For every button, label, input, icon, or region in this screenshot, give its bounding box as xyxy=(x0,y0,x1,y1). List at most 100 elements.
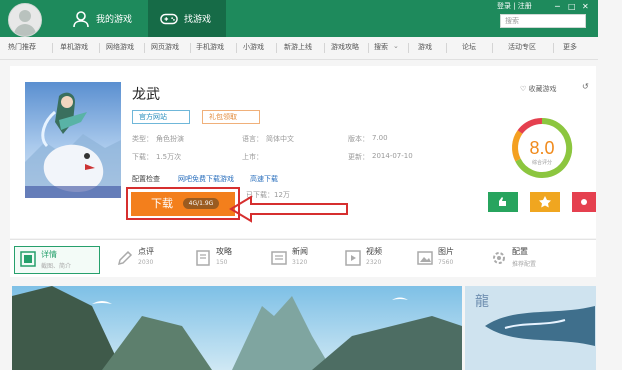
info-language-value: 简体中文 xyxy=(266,135,294,143)
divider xyxy=(52,43,53,53)
tab-detail[interactable]: 详情 截图、简介 xyxy=(14,246,100,274)
divider xyxy=(236,43,237,53)
category-item[interactable]: 手机游戏 xyxy=(196,42,224,52)
category-item[interactable]: 活动专区 xyxy=(508,42,536,52)
official-site-badge[interactable]: 官方网站 xyxy=(132,110,190,124)
category-item[interactable]: 搜索 xyxy=(374,42,388,52)
book-icon xyxy=(196,250,210,266)
divider xyxy=(408,43,409,53)
tab-video-sub: 2320 xyxy=(366,259,382,266)
top-bar: 我的游戏 找游戏 登录 | 注册 ─ □ ✕ 搜索 xyxy=(0,0,598,37)
game-cover-image[interactable] xyxy=(25,82,121,198)
divider xyxy=(446,43,447,53)
share-button[interactable] xyxy=(572,192,596,212)
tab-video-label: 视频 xyxy=(366,247,382,256)
tab-guide[interactable]: 攻略 150 xyxy=(194,246,254,272)
score-label: 综合评分 xyxy=(532,159,552,166)
tab-detail-sub: 截图、简介 xyxy=(41,263,72,270)
category-item[interactable]: 新游上线 xyxy=(284,42,312,52)
avatar[interactable] xyxy=(8,3,42,37)
game-title: 龙武 xyxy=(132,87,160,103)
like-button[interactable] xyxy=(488,192,518,212)
category-item[interactable]: 网络游戏 xyxy=(106,42,134,52)
tab-detail-label: 详情 xyxy=(41,250,57,259)
star-icon xyxy=(539,196,551,208)
avatar-head xyxy=(19,10,31,22)
score-value: 8.0 xyxy=(529,138,554,158)
gift-pack-badge[interactable]: 礼包领取 xyxy=(202,110,260,124)
tab-guide-label: 攻略 xyxy=(216,247,232,256)
tab-config-label: 配置 xyxy=(512,247,528,256)
refresh-icon[interactable]: ↺ xyxy=(582,82,589,91)
detail-tabs: 详情 截图、简介 点评 2030 攻略 150 新闻 3120 视频 2320 … xyxy=(10,239,596,277)
chevron-down-icon[interactable]: ⌄ xyxy=(393,42,399,50)
red-arrow-annotation xyxy=(229,195,348,223)
info-release-label: 上市： xyxy=(242,153,263,161)
tab-images[interactable]: 图片 7560 xyxy=(416,246,476,272)
category-bar: 热门推荐 单机游戏 网络游戏 网页游戏 手机游戏 小游戏 新游上线 游戏攻略 搜… xyxy=(0,37,598,60)
tab-guide-sub: 150 xyxy=(216,259,228,266)
user-icon xyxy=(73,10,89,27)
thumb-up-icon xyxy=(499,197,506,206)
divider xyxy=(276,43,277,53)
tab-news-sub: 3120 xyxy=(292,259,308,266)
share-icon xyxy=(581,199,587,205)
highlight-box xyxy=(126,187,240,220)
screenshot-gallery: 龍 xyxy=(10,286,596,370)
avatar-body xyxy=(14,24,36,36)
tab-news[interactable]: 新闻 3120 xyxy=(270,246,330,272)
tab-images-sub: 7560 xyxy=(438,259,454,266)
category-item[interactable]: 小游戏 xyxy=(243,42,264,52)
close-button[interactable]: ✕ xyxy=(582,2,589,11)
favorite-link[interactable]: ♡ 收藏游戏 xyxy=(520,84,557,94)
login-link[interactable]: 登录 | 注册 xyxy=(497,1,532,11)
info-update-label: 更新： xyxy=(348,153,369,161)
tab-find-games[interactable]: 找游戏 xyxy=(148,0,226,37)
info-type-value: 角色扮演 xyxy=(156,135,184,143)
info-download-value: 1.5万次 xyxy=(156,153,182,161)
category-item[interactable]: 网页游戏 xyxy=(151,42,179,52)
info-version-value: 7.00 xyxy=(372,134,388,142)
divider xyxy=(190,43,191,53)
tab-my-games[interactable]: 我的游戏 xyxy=(72,0,142,37)
screenshot-calligraphy: 龍 xyxy=(475,293,489,310)
screenshot-image[interactable]: 龍 xyxy=(465,286,596,370)
tab-config-sub: 推荐配置 xyxy=(512,261,537,268)
divider xyxy=(324,43,325,53)
divider xyxy=(99,43,100,53)
gamepad-icon xyxy=(160,13,178,24)
tab-config[interactable]: 配置 推荐配置 xyxy=(490,246,560,272)
star-button[interactable] xyxy=(530,192,560,212)
detail-icon xyxy=(20,251,36,267)
category-item[interactable]: 论坛 xyxy=(462,42,476,52)
divider xyxy=(368,43,369,53)
netcafe-download-link[interactable]: 网吧免费下载游戏 xyxy=(178,174,234,184)
divider xyxy=(144,43,145,53)
tab-review-sub: 2030 xyxy=(138,259,154,266)
config-check-link[interactable]: 配置检查 xyxy=(132,174,160,184)
category-item[interactable]: 游戏攻略 xyxy=(331,42,359,52)
category-item[interactable]: 更多 xyxy=(563,42,577,52)
tab-find-games-label: 找游戏 xyxy=(184,15,212,25)
high-speed-download-link[interactable]: 高速下载 xyxy=(250,174,278,184)
category-item[interactable]: 游戏 xyxy=(418,42,432,52)
news-icon xyxy=(271,251,287,265)
category-item[interactable]: 热门推荐 xyxy=(8,42,36,52)
score-ring: 8.0 综合评分 xyxy=(512,117,573,178)
edit-icon xyxy=(117,250,133,266)
info-version-label: 版本： xyxy=(348,135,369,143)
tab-review[interactable]: 点评 2030 xyxy=(116,246,176,272)
minimize-button[interactable]: ─ xyxy=(555,2,560,11)
image-icon xyxy=(417,251,433,265)
divider xyxy=(492,43,493,53)
info-download-label: 下载： xyxy=(132,153,153,161)
tab-video[interactable]: 视频 2320 xyxy=(344,246,404,272)
maximize-button[interactable]: □ xyxy=(568,2,576,11)
divider xyxy=(553,43,554,53)
category-item[interactable]: 单机游戏 xyxy=(60,42,88,52)
search-input[interactable]: 搜索 xyxy=(500,14,586,28)
info-update-value: 2014-07-10 xyxy=(372,152,413,160)
screenshot-image[interactable] xyxy=(12,286,462,370)
tab-my-games-label: 我的游戏 xyxy=(96,15,133,25)
info-language-label: 语言： xyxy=(242,135,263,143)
